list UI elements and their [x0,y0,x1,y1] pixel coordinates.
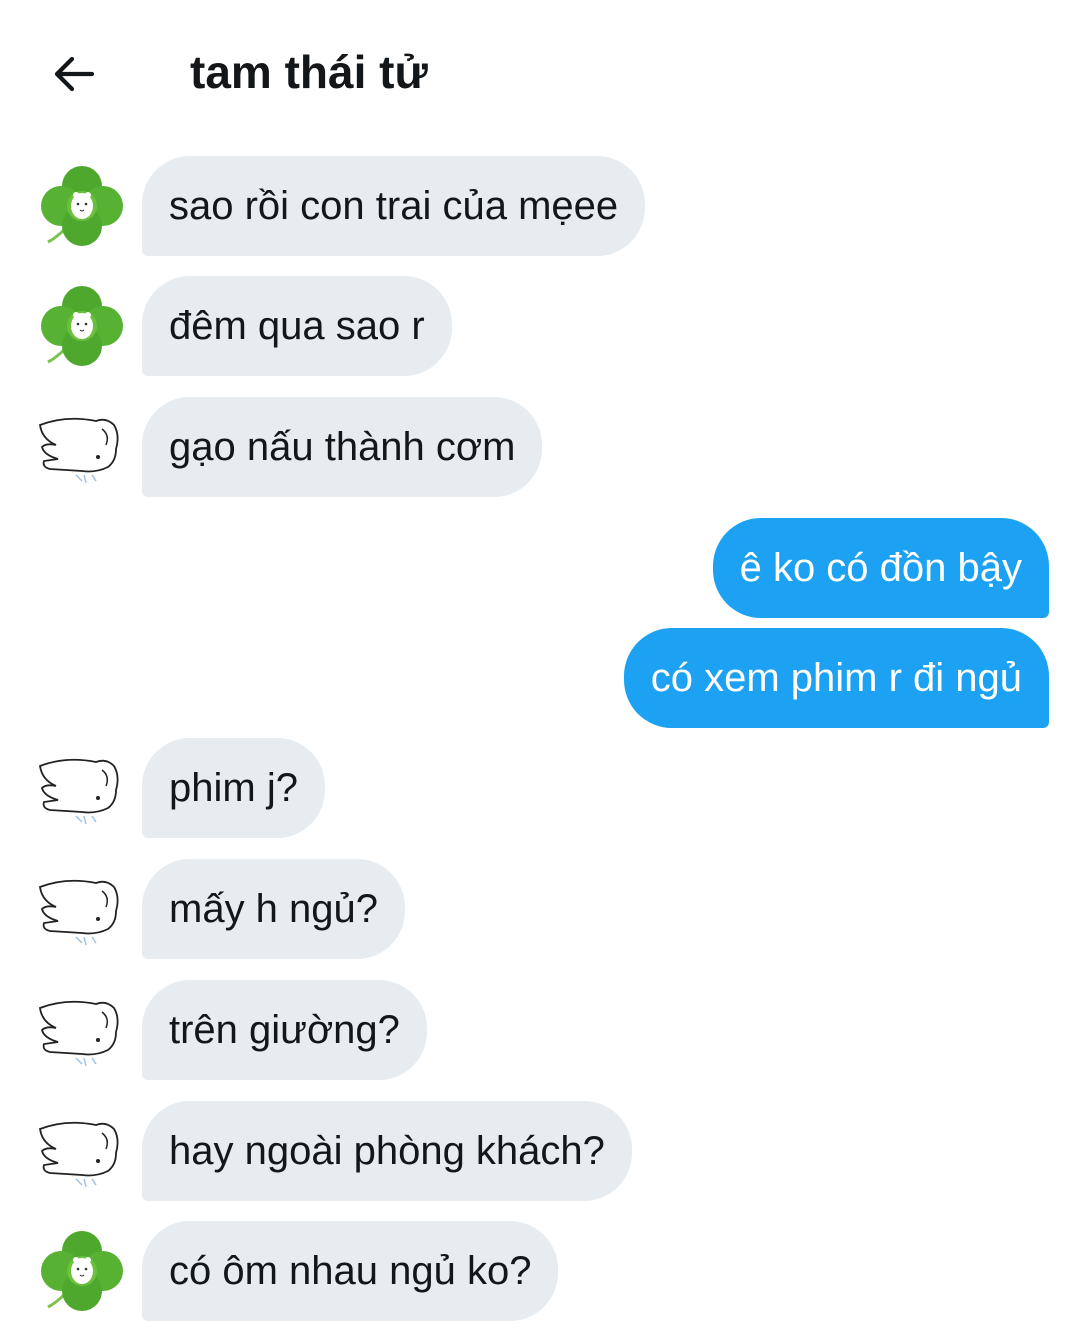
message-row-incoming: hay ngoài phòng khách? [0,1101,1080,1201]
back-button[interactable] [46,46,102,102]
chat-screen: tam thái tử sao rồi con trai của mẹee đê… [0,0,1080,1338]
message-bubble-incoming[interactable]: gạo nấu thành cơm [142,397,543,497]
four-leaf-clover-avatar [41,1231,123,1311]
message-row-incoming: mấy h ngủ? [0,859,1080,959]
chat-header: tam thái tử [0,0,1080,140]
message-bubble-incoming[interactable]: hay ngoài phòng khách? [142,1101,632,1201]
message-bubble-incoming[interactable]: trên giường? [142,980,427,1080]
four-leaf-clover-avatar [41,286,123,366]
sketch-animal-avatar [39,758,119,825]
message-bubble-incoming[interactable]: sao rồi con trai của mẹee [142,156,646,256]
sketch-avatar[interactable] [36,867,128,953]
message-row-incoming: trên giường? [0,980,1080,1080]
message-row-incoming: sao rồi con trai của mẹee [0,156,1080,256]
sketch-avatar[interactable] [36,746,128,832]
message-bubble-incoming[interactable]: mấy h ngủ? [142,859,406,959]
message-row-incoming: đêm qua sao r [0,276,1080,376]
sketch-animal-avatar [39,879,119,946]
message-bubble-incoming[interactable]: phim j? [142,738,325,838]
message-bubble-outgoing[interactable]: có xem phim r đi ngủ [623,628,1049,728]
message-bubble-incoming[interactable]: đêm qua sao r [142,276,452,376]
clover-avatar[interactable] [36,1229,128,1315]
four-leaf-clover-avatar [41,166,123,246]
message-bubble-incoming[interactable]: có ôm nhau ngủ ko? [142,1221,559,1321]
message-bubble-outgoing[interactable]: ê ko có đồn bậy [712,518,1049,618]
arrow-left-icon [54,56,95,92]
sketch-animal-avatar [39,1121,119,1188]
sketch-avatar[interactable] [36,405,128,491]
sketch-animal-avatar [39,1000,119,1067]
message-row-incoming: có ôm nhau ngủ ko? [0,1221,1080,1321]
sketch-animal-avatar [39,417,119,484]
message-row-incoming: phim j? [0,738,1080,838]
sketch-avatar[interactable] [36,988,128,1074]
clover-avatar[interactable] [36,164,128,250]
message-row-incoming: gạo nấu thành cơm [0,397,1080,497]
conversation-title[interactable]: tam thái tử [190,42,428,102]
clover-avatar[interactable] [36,284,128,370]
message-row-outgoing: có xem phim r đi ngủ [0,628,1080,728]
message-row-outgoing: ê ko có đồn bậy [0,518,1080,618]
sketch-avatar[interactable] [36,1109,128,1195]
